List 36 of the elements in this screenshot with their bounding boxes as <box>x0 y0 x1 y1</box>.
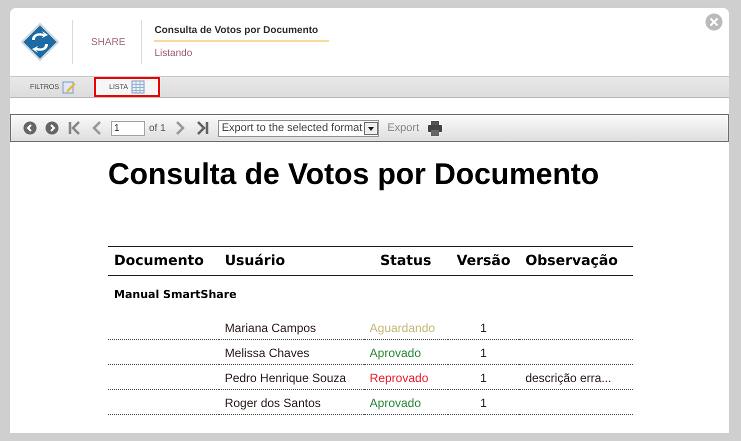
page-title: Consulta de Votos por Documento <box>154 25 330 42</box>
table-cell: Mariana Campos <box>218 315 364 340</box>
report-title: Consulta de Votos por Documento <box>108 158 600 192</box>
table-cell: Pedro Henrique Souza <box>218 364 364 390</box>
page-field[interactable]: 1 <box>111 120 145 136</box>
forward-icon[interactable] <box>45 121 59 135</box>
brand-name: SHARE <box>91 36 126 48</box>
page-count: of 1 <box>149 122 166 134</box>
page-subtitle: Listando <box>154 48 194 59</box>
column-header: Status <box>364 246 448 276</box>
column-header: Versão <box>448 246 520 276</box>
logo-icon <box>20 22 60 62</box>
status-cell: Aprovado <box>364 340 448 364</box>
caret-icon <box>364 122 378 134</box>
table-icon <box>131 80 146 94</box>
table-cell: Roger dos Santos <box>218 390 364 414</box>
pencil-icon <box>62 80 76 94</box>
table-cell: 1 <box>448 390 520 414</box>
column-header: Documento <box>108 246 219 276</box>
table-cell: descrição erra... <box>525 370 612 384</box>
back-icon[interactable] <box>23 121 37 135</box>
next-page-icon[interactable] <box>174 120 186 136</box>
status-cell: Aguardando <box>364 315 448 340</box>
format-dropdown[interactable]: Export to the selected format <box>218 120 380 136</box>
status-cell: Aprovado <box>364 390 448 414</box>
table-cell: 1 <box>448 315 520 340</box>
status-cell: Reprovado <box>364 364 448 390</box>
print-icon[interactable] <box>427 120 444 136</box>
first-page-icon[interactable] <box>67 120 83 136</box>
table-cell: Melissa Chaves <box>218 340 364 364</box>
column-header: Observação <box>519 246 633 276</box>
table-cell: 1 <box>448 364 520 390</box>
group-heading: Manual SmartShare <box>108 276 633 315</box>
column-header: Usuário <box>218 246 364 276</box>
previous-page-icon[interactable] <box>91 120 103 136</box>
table-cell: 1 <box>448 340 520 364</box>
